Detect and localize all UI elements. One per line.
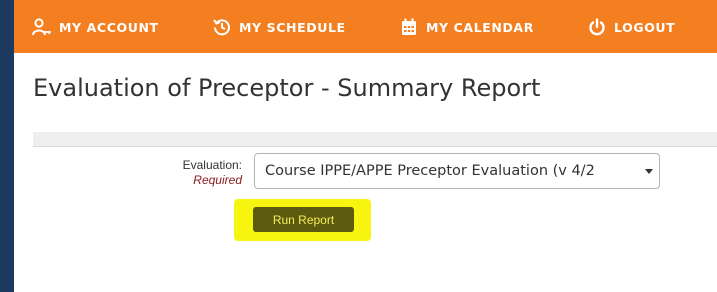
top-navigation-bar: MY ACCOUNT MY SCHEDULE MY CALENDAR LOGOU…	[14, 0, 717, 53]
nav-logout-label: LOGOUT	[614, 19, 676, 35]
run-report-button[interactable]: Run Report	[253, 207, 354, 232]
app-window: MY ACCOUNT MY SCHEDULE MY CALENDAR LOGOU…	[0, 0, 717, 292]
left-sidebar-edge	[0, 0, 14, 292]
history-clock-icon	[212, 17, 232, 37]
power-icon	[587, 17, 607, 37]
section-divider	[33, 132, 717, 147]
evaluation-selected-value: Course IPPE/APPE Preceptor Evaluation (v…	[265, 163, 595, 179]
nav-my-schedule[interactable]: MY SCHEDULE	[212, 17, 346, 37]
evaluation-label: Evaluation:	[182, 158, 242, 172]
evaluation-select[interactable]: Course IPPE/APPE Preceptor Evaluation (v…	[254, 153, 660, 189]
nav-my-calendar[interactable]: MY CALENDAR	[399, 17, 534, 37]
nav-my-account-label: MY ACCOUNT	[59, 19, 159, 35]
nav-my-calendar-label: MY CALENDAR	[426, 19, 534, 35]
required-indicator: Required	[193, 173, 242, 187]
chevron-down-icon	[645, 169, 653, 174]
page-title: Evaluation of Preceptor - Summary Report	[33, 74, 541, 102]
nav-my-account[interactable]: MY ACCOUNT	[32, 17, 159, 37]
nav-my-schedule-label: MY SCHEDULE	[239, 19, 346, 35]
user-key-icon	[32, 17, 52, 37]
evaluation-field-label: Evaluation: Required	[183, 158, 242, 188]
nav-logout[interactable]: LOGOUT	[587, 17, 675, 37]
calendar-icon	[399, 17, 419, 37]
